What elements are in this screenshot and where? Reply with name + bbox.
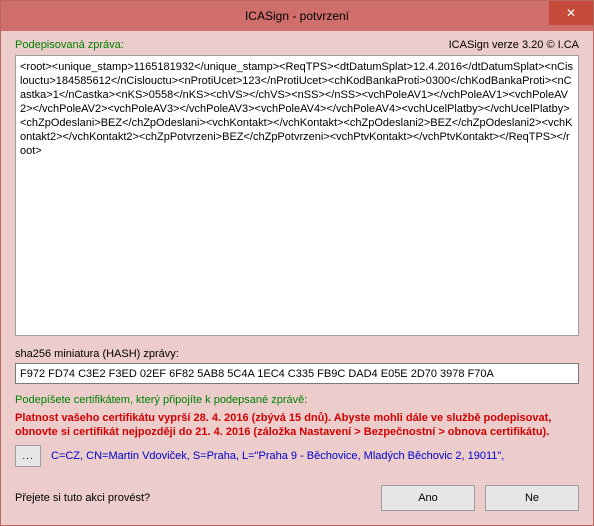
message-xml-box[interactable]: <root><unique_stamp>1165181932</unique_s… (15, 55, 579, 336)
title-bar[interactable]: ICASign - potvrzení ✕ (1, 1, 593, 31)
yes-button-label: Ano (418, 492, 438, 504)
close-icon: ✕ (566, 6, 576, 20)
header-row: Podepisovaná zpráva: ICASign verze 3.20 … (15, 39, 579, 51)
browse-cert-button[interactable]: ... (15, 445, 41, 467)
dialog-window: ICASign - potvrzení ✕ Podepisovaná zpráv… (0, 0, 594, 526)
version-text: ICASign verze 3.20 © I.CA (449, 39, 579, 51)
no-button-label: Ne (525, 492, 539, 504)
hash-label: sha256 miniatura (HASH) zprávy: (15, 348, 579, 360)
window-title: ICASign - potvrzení (245, 9, 349, 23)
cert-distinguished-name: C=CZ, CN=Martin Vdoviček, S=Praha, L="Pr… (51, 450, 504, 462)
cert-intro: Podepíšete certifikátem, který připojíte… (15, 394, 579, 406)
confirm-row: Přejete si tuto akci provést? Ano Ne (15, 485, 579, 511)
cert-expiry-warning: Platnost vašeho certifikátu vyprší 28. 4… (15, 411, 579, 439)
cert-select-row: ... C=CZ, CN=Martin Vdoviček, S=Praha, L… (15, 445, 579, 467)
signed-message-label: Podepisovaná zpráva: (15, 39, 124, 51)
confirm-question: Přejete si tuto akci provést? (15, 492, 371, 504)
hash-field[interactable] (15, 363, 579, 384)
yes-button[interactable]: Ano (381, 485, 475, 511)
ellipsis-icon: ... (22, 451, 33, 462)
close-button[interactable]: ✕ (549, 1, 593, 25)
no-button[interactable]: Ne (485, 485, 579, 511)
client-area: Podepisovaná zpráva: ICASign verze 3.20 … (1, 31, 593, 525)
